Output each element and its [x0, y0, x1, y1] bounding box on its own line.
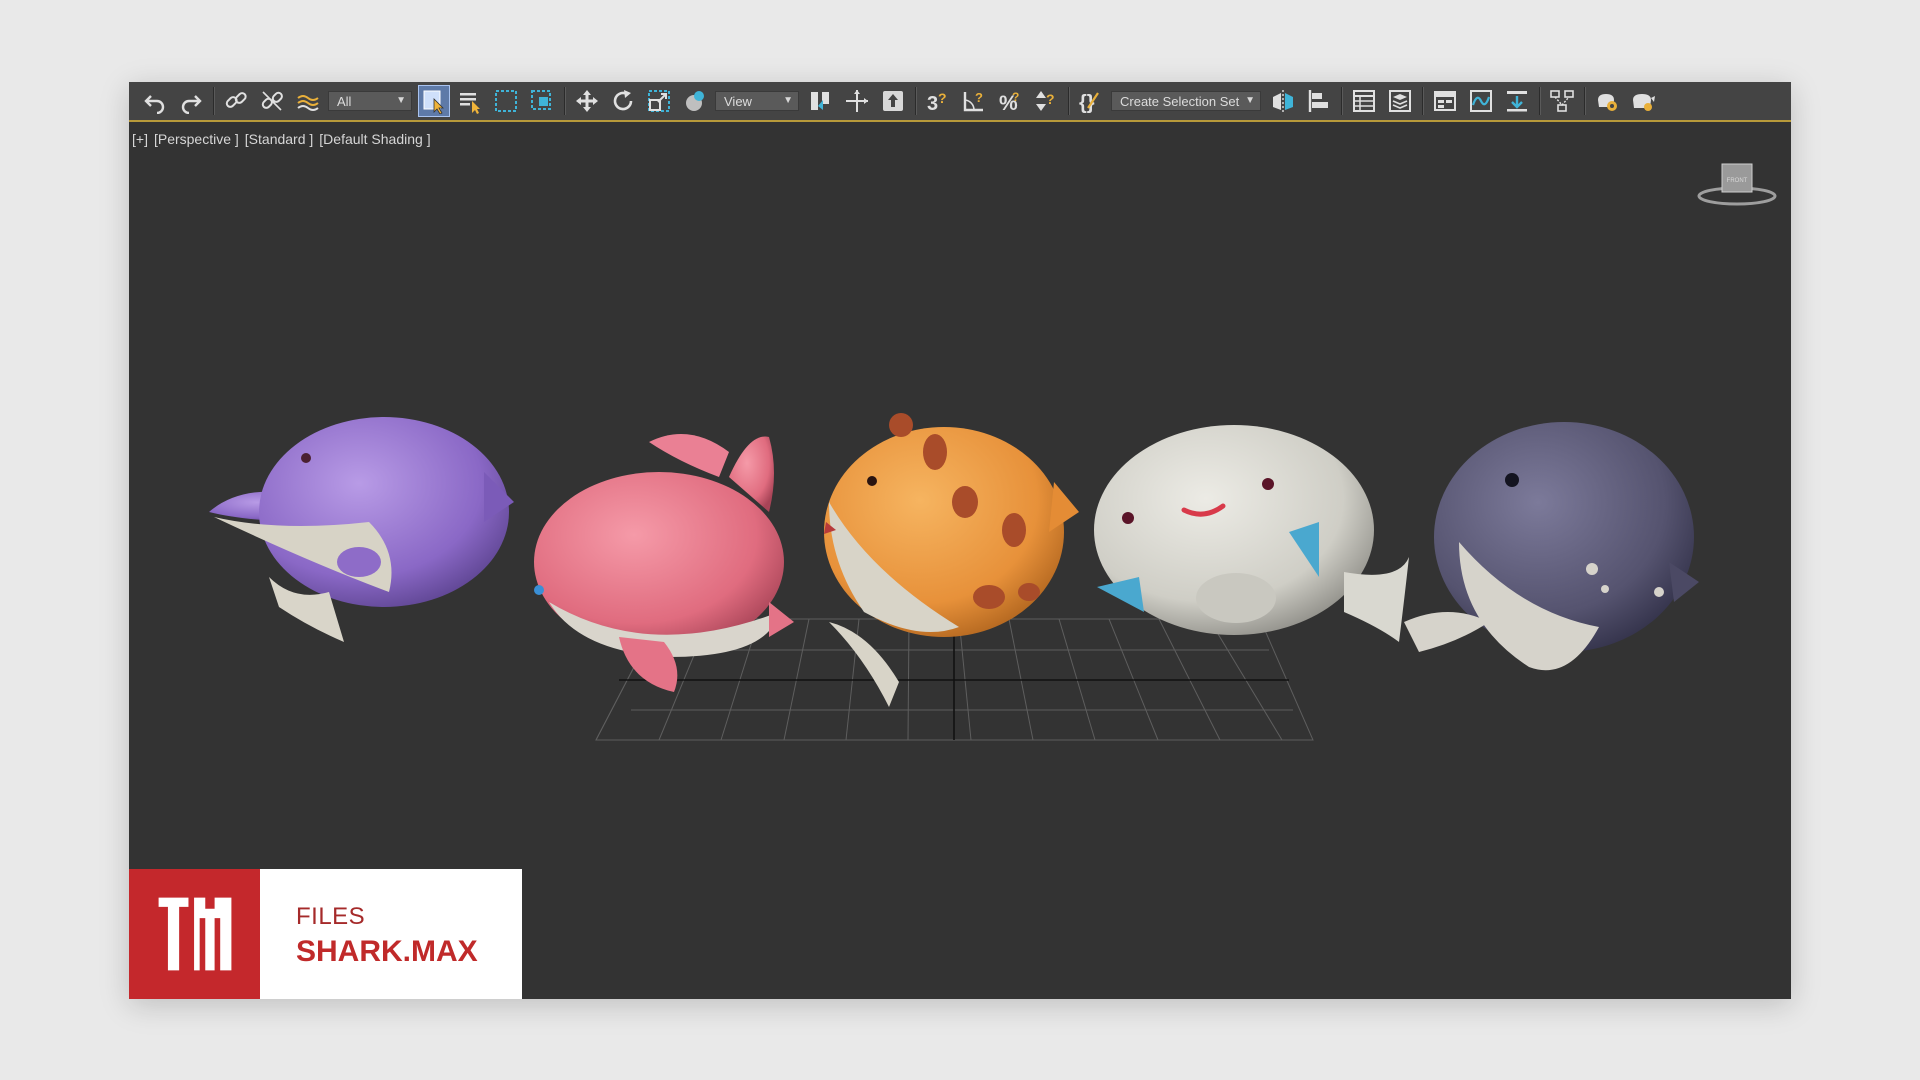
- shark-navy[interactable]: [1404, 422, 1699, 671]
- shark-purple[interactable]: [209, 417, 514, 642]
- app-window: All ▼ View ▼ 3 ? ? % ? ? {} Create Selec…: [129, 82, 1791, 999]
- brand-kicker: FILES: [296, 903, 366, 930]
- brand-text: FILES SHARK.MAX: [260, 869, 478, 999]
- file-title: SHARK.MAX: [296, 935, 478, 968]
- shark-orange[interactable]: [824, 413, 1079, 707]
- perspective-viewport[interactable]: [129, 82, 1791, 999]
- shark-pink[interactable]: [534, 434, 794, 692]
- brand-banner: FILES SHARK.MAX: [129, 869, 522, 999]
- viewcube-front-label: FRONT: [1727, 178, 1748, 184]
- viewcube[interactable]: FRONT: [1695, 162, 1779, 212]
- shark-white[interactable]: [1094, 425, 1409, 642]
- brand-logo: [129, 869, 260, 999]
